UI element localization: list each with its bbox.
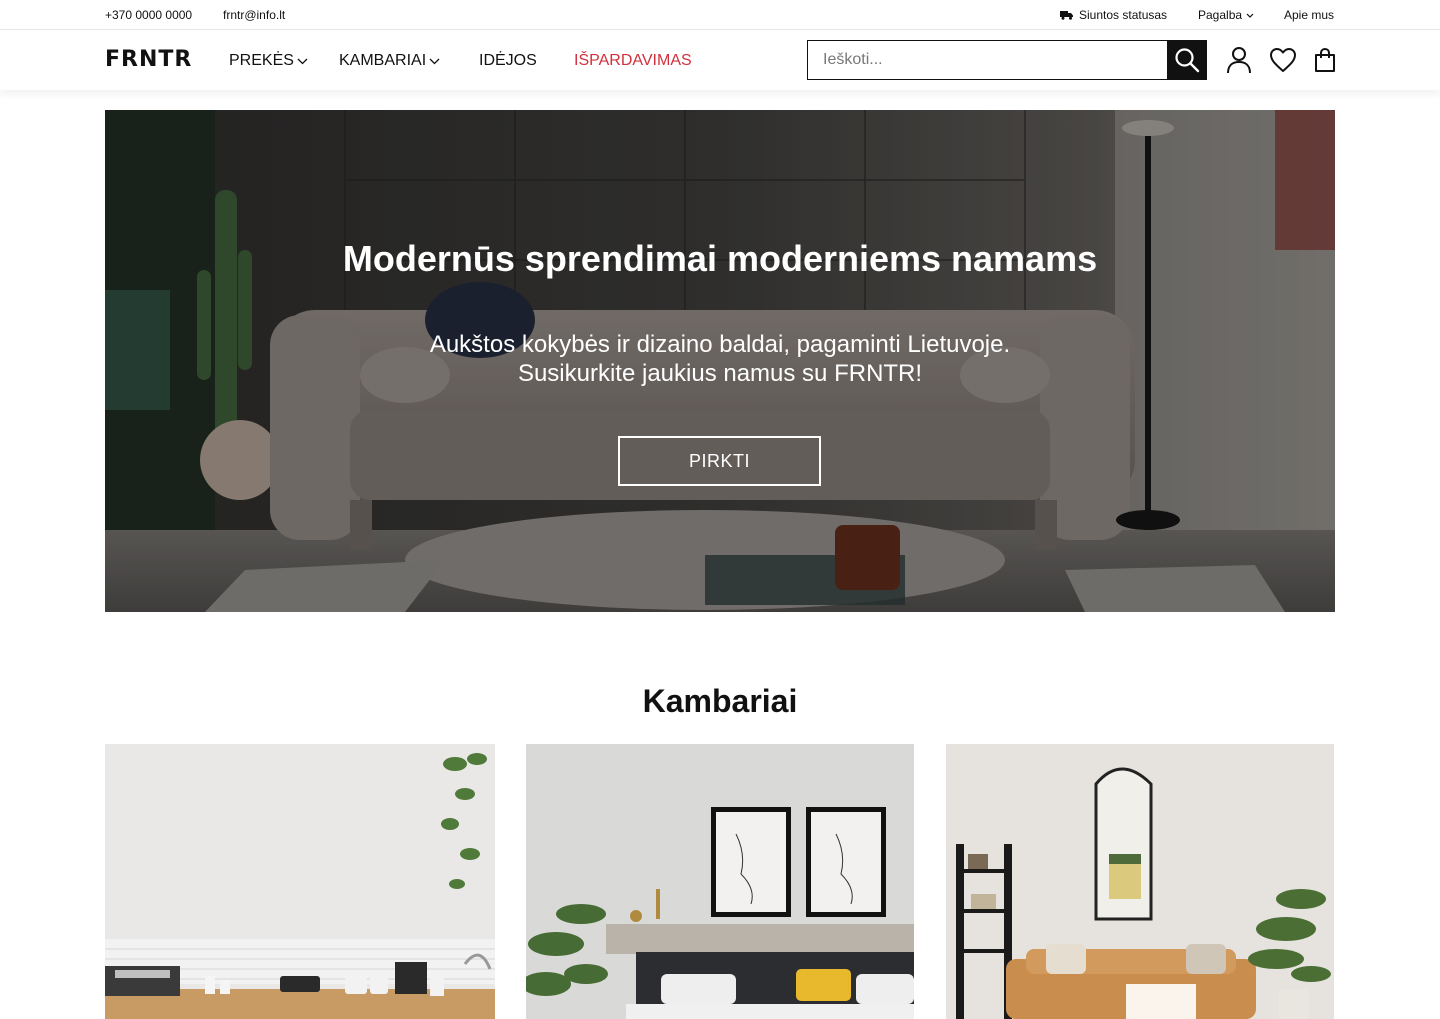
bedroom-photo (526, 744, 914, 1019)
shipping-status-label: Siuntos statusas (1079, 8, 1168, 22)
chevron-down-icon (1246, 13, 1254, 18)
rooms-section-title: Kambariai (642, 683, 798, 719)
room-card-kitchen[interactable] (105, 744, 495, 1019)
site-logo[interactable]: FRNTR (105, 46, 192, 74)
hero-subtitle-line-2: Susikurkite jaukius namus su FRNTR! (517, 360, 923, 387)
search-icon (1175, 48, 1200, 73)
chevron-down-icon (297, 58, 308, 64)
nav-products-label: PREKĖS (229, 52, 294, 69)
hero-title: Modernūs sprendimai moderniems namams (342, 238, 1098, 279)
email-link[interactable]: frntr@info.lt (223, 8, 285, 22)
account-button[interactable] (1225, 46, 1253, 74)
nav-ideas[interactable]: IDĖJOS (479, 51, 537, 71)
search-input[interactable] (807, 40, 1168, 80)
nav-sale[interactable]: IŠPARDAVIMAS (574, 51, 692, 71)
hero-subtitle: Aukštos kokybės ir dizaino baldai, pagam… (105, 330, 1335, 388)
kitchen-photo (105, 744, 495, 1019)
nav-rooms[interactable]: KAMBARIAI (339, 51, 440, 71)
chevron-down-icon (429, 58, 440, 64)
living-room-photo (946, 744, 1334, 1019)
about-link[interactable]: Apie mus (1284, 8, 1334, 22)
hero-subtitle-line-1: Aukštos kokybės ir dizaino baldai, pagam… (429, 331, 1011, 358)
nav-products[interactable]: PREKĖS (229, 51, 308, 71)
shipping-status-link[interactable]: Siuntos statusas (1060, 8, 1167, 22)
room-card-living-room[interactable] (946, 744, 1334, 1019)
shop-now-button[interactable]: PIRKTI (618, 436, 821, 486)
shopping-bag-icon (1315, 47, 1335, 72)
cart-button[interactable] (1311, 46, 1339, 74)
wishlist-button[interactable] (1269, 46, 1297, 74)
search-button[interactable] (1167, 40, 1207, 80)
phone-link[interactable]: +370 0000 0000 (105, 8, 192, 22)
truck-icon (1060, 11, 1073, 20)
nav-rooms-label: KAMBARIAI (339, 52, 427, 69)
user-icon (1227, 47, 1251, 74)
heart-icon (1270, 48, 1296, 72)
main-header: FRNTR PREKĖS KAMBARIAI IDĖJOS IŠPARDAVIM… (0, 31, 1440, 90)
help-label: Pagalba (1198, 8, 1243, 22)
help-menu[interactable]: Pagalba (1198, 8, 1254, 22)
top-bar: +370 0000 0000 frntr@info.lt Siuntos sta… (0, 0, 1440, 30)
room-card-bedroom[interactable] (526, 744, 914, 1019)
hero-banner: Modernūs sprendimai moderniems namams Au… (105, 110, 1335, 612)
